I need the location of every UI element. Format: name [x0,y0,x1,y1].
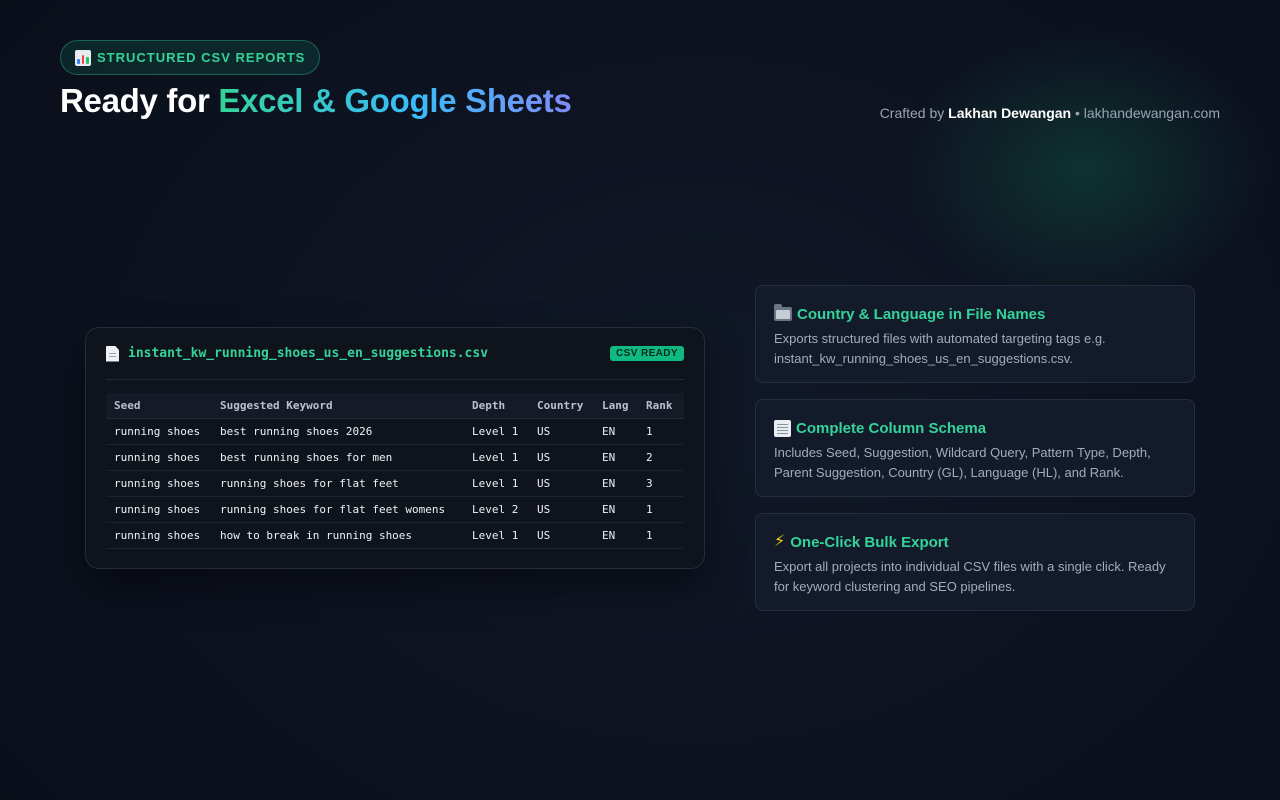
feature-title-text: Complete Column Schema [796,419,987,437]
author-credit: Crafted by Lakhan Dewangan • lakhandewan… [880,105,1220,121]
column-header: Lang [594,393,638,419]
cell-country: US [529,444,594,471]
table-row: running shoes running shoes for flat fee… [106,496,684,523]
credit-author: Lakhan Dewangan [948,105,1072,121]
csv-preview-table: Seed Suggested Keyword Depth Country Lan… [106,393,684,549]
title-prefix: Ready for [60,82,219,119]
cell-country: US [529,418,594,445]
cell-lang: EN [594,496,638,523]
cell-depth: Level 1 [464,470,529,497]
table-row: running shoes how to break in running sh… [106,522,684,549]
csv-preview-header: instant_kw_running_shoes_us_en_suggestio… [106,328,684,380]
table-row: running shoes best running shoes 2026 Le… [106,418,684,445]
credit-site: lakhandewangan.com [1083,105,1220,121]
cell-rank: 1 [638,522,684,549]
table-header-row: Seed Suggested Keyword Depth Country Lan… [106,393,684,419]
folder-icon [774,304,792,321]
cell-suggested-keyword: running shoes for flat feet womens [212,496,464,523]
lightning-icon: ⚡ [774,533,786,550]
page-title: Ready for Excel & Google Sheets [60,82,572,120]
cell-depth: Level 1 [464,444,529,471]
cell-seed: running shoes [106,470,212,497]
cell-country: US [529,522,594,549]
cell-suggested-keyword: best running shoes 2026 [212,418,464,445]
cell-country: US [529,496,594,523]
cell-lang: EN [594,418,638,445]
cell-rank: 2 [638,444,684,471]
feature-title: Complete Column Schema [774,417,1176,439]
feature-card-bulk-export: ⚡ One-Click Bulk Export Export all proje… [755,513,1195,611]
column-header: Country [529,393,594,419]
feature-title-text: Country & Language in File Names [797,305,1046,323]
cell-rank: 3 [638,470,684,497]
feature-card-column-schema: Complete Column Schema Includes Seed, Su… [755,399,1195,497]
column-header: Rank [638,393,684,419]
column-header: Depth [464,393,529,419]
feature-description: Includes Seed, Suggestion, Wildcard Quer… [774,445,1151,480]
column-header: Suggested Keyword [212,393,464,419]
feature-title: ⚡ One-Click Bulk Export [774,531,1176,553]
spreadsheet-icon [774,419,791,437]
csv-preview-card: instant_kw_running_shoes_us_en_suggestio… [85,327,705,569]
section-badge: STRUCTURED CSV REPORTS [60,40,321,75]
feature-description: Exports structured files with automated … [774,331,1106,366]
bar-chart-icon [75,49,91,66]
table-row: running shoes running shoes for flat fee… [106,470,684,497]
cell-lang: EN [594,444,638,471]
cell-depth: Level 2 [464,496,529,523]
feature-title-text: One-Click Bulk Export [790,533,949,551]
cell-rank: 1 [638,418,684,445]
badge-label: STRUCTURED CSV REPORTS [97,50,306,65]
cell-seed: running shoes [106,522,212,549]
cell-seed: running shoes [106,496,212,523]
file-icon [106,345,119,362]
credit-separator: • [1071,105,1084,121]
cell-suggested-keyword: running shoes for flat feet [212,470,464,497]
title-highlight: Excel & Google Sheets [218,82,572,119]
column-header: Seed [106,393,212,419]
cell-country: US [529,470,594,497]
cell-seed: running shoes [106,444,212,471]
cell-suggested-keyword: how to break in running shoes [212,522,464,549]
cell-rank: 1 [638,496,684,523]
cell-seed: running shoes [106,418,212,445]
cell-suggested-keyword: best running shoes for men [212,444,464,471]
cell-lang: EN [594,470,638,497]
status-badge: CSV READY [610,346,684,361]
credit-prefix: Crafted by [879,105,949,121]
table-row: running shoes best running shoes for men… [106,444,684,471]
cell-depth: Level 1 [464,522,529,549]
feature-title: Country & Language in File Names [774,303,1176,325]
cell-depth: Level 1 [464,418,529,445]
csv-file-name: instant_kw_running_shoes_us_en_suggestio… [128,346,489,361]
feature-description: Export all projects into individual CSV … [774,559,1166,594]
feature-card-file-names: Country & Language in File Names Exports… [755,285,1195,383]
cell-lang: EN [594,522,638,549]
